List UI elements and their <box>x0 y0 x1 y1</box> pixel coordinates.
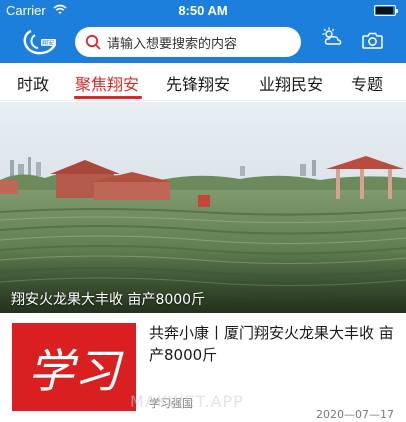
camera-icon[interactable] <box>362 31 383 49</box>
battery-icon <box>374 5 398 16</box>
xuexi-thumbnail: 学习 <box>12 323 136 411</box>
search-input[interactable]: 请输入想要搜索的内容 <box>107 33 237 52</box>
top-header: Carrier 8:50 AM 翔安 请输入想要搜索的内容 <box>0 0 406 63</box>
hero-banner[interactable]: 翔安火龙果大丰收 亩产8000斤 <box>0 102 406 313</box>
tab-focus-xiangan[interactable]: 聚焦翔安 <box>75 71 139 95</box>
tab-special-topics[interactable]: 专题 <box>351 71 383 95</box>
news-title[interactable]: 共奔小康丨厦门翔安火龙果大丰收 亩产8000斤 <box>149 322 394 366</box>
news-list-item[interactable]: 学习 共奔小康丨厦门翔安火龙果大丰收 亩产8000斤 学习强国 2020—07—… <box>0 313 406 422</box>
tab-pioneer-xiangan[interactable]: 先锋翔安 <box>166 71 230 95</box>
search-icon <box>85 34 101 50</box>
hero-caption: 翔安火龙果大丰收 亩产8000斤 <box>11 292 206 308</box>
tab-politics[interactable]: 时政 <box>17 71 49 95</box>
search-bar[interactable]: 请输入想要搜索的内容 <box>75 27 301 57</box>
category-tabs: 时政 聚焦翔安 先锋翔安 业翔民安 专题 <box>0 63 406 101</box>
app-logo-icon[interactable]: 翔安 <box>23 27 59 57</box>
dragon-fruit-field-photo <box>0 102 406 313</box>
active-tab-indicator <box>74 96 142 99</box>
svg-text:学习: 学习 <box>28 344 124 398</box>
weather-icon[interactable] <box>321 27 343 47</box>
status-bar: Carrier 8:50 AM <box>0 0 406 22</box>
news-date: 2020—07—17 <box>316 408 394 421</box>
tab-industry-xiangan[interactable]: 业翔民安 <box>259 71 323 95</box>
watermark: MAKWET.APP <box>130 392 244 411</box>
svg-text:翔安: 翔安 <box>42 39 54 47</box>
status-time: 8:50 AM <box>178 3 228 18</box>
